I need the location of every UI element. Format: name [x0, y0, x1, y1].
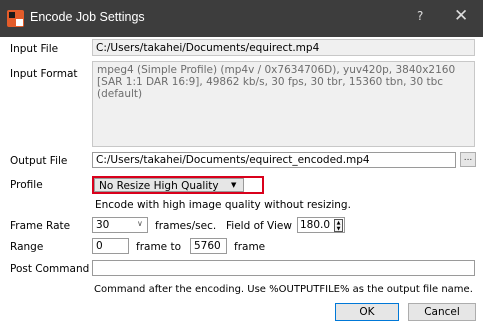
range-start-input[interactable]: 0: [92, 238, 129, 254]
post-command-label: Post Command: [10, 263, 90, 275]
cancel-button[interactable]: Cancel: [408, 303, 476, 321]
profile-select[interactable]: No Resize High Quality ▼: [92, 176, 264, 194]
ok-button[interactable]: OK: [335, 303, 399, 321]
frame-rate-label: Frame Rate: [10, 220, 71, 232]
profile-label: Profile: [10, 179, 43, 191]
fov-value: 180.0: [300, 219, 331, 231]
range-end-value: 5760: [194, 240, 221, 252]
fov-spinbox[interactable]: 180.0 ▲ ▼: [297, 217, 345, 233]
range-to-text: frame to: [136, 241, 182, 253]
output-file-label: Output File: [10, 155, 68, 167]
frame-rate-select[interactable]: 30 ∨: [92, 217, 148, 233]
post-command-help: Command after the encoding. Use %OUTPUTF…: [94, 284, 473, 295]
chevron-down-icon: ▼: [231, 181, 237, 189]
help-button[interactable]: ?: [417, 9, 423, 23]
input-file-label: Input File: [10, 43, 59, 55]
window-title: Encode Job Settings: [30, 10, 145, 24]
frame-rate-unit: frames/sec.: [155, 220, 217, 232]
profile-selected-value: No Resize High Quality: [99, 180, 219, 192]
range-start-value: 0: [96, 240, 103, 252]
app-icon: [7, 10, 24, 27]
frame-rate-value: 30: [96, 219, 110, 231]
input-file-field[interactable]: C:/Users/takahei/Documents/equirect.mp4: [92, 39, 475, 56]
range-end-input[interactable]: 5760: [190, 238, 227, 254]
browse-button[interactable]: ...: [460, 152, 476, 167]
close-button[interactable]: ✕: [454, 6, 468, 26]
output-file-value: C:/Users/takahei/Documents/equirect_enco…: [96, 154, 370, 166]
fov-label: Field of View: [226, 220, 292, 232]
range-unit: frame: [234, 241, 266, 253]
output-file-input[interactable]: C:/Users/takahei/Documents/equirect_enco…: [92, 152, 456, 168]
input-format-value: mpeg4 (Simple Profile) (mp4v / 0x7634706…: [97, 64, 456, 100]
spin-arrows-icon[interactable]: ▲ ▼: [334, 219, 343, 232]
range-label: Range: [10, 241, 44, 253]
title-bar: Encode Job Settings ? ✕: [0, 0, 483, 37]
input-format-label: Input Format: [10, 68, 78, 80]
input-file-value: C:/Users/takahei/Documents/equirect.mp4: [96, 42, 320, 54]
post-command-input[interactable]: [92, 260, 475, 276]
chevron-down-icon: ∨: [137, 219, 143, 228]
profile-description: Encode with high image quality without r…: [95, 199, 351, 211]
